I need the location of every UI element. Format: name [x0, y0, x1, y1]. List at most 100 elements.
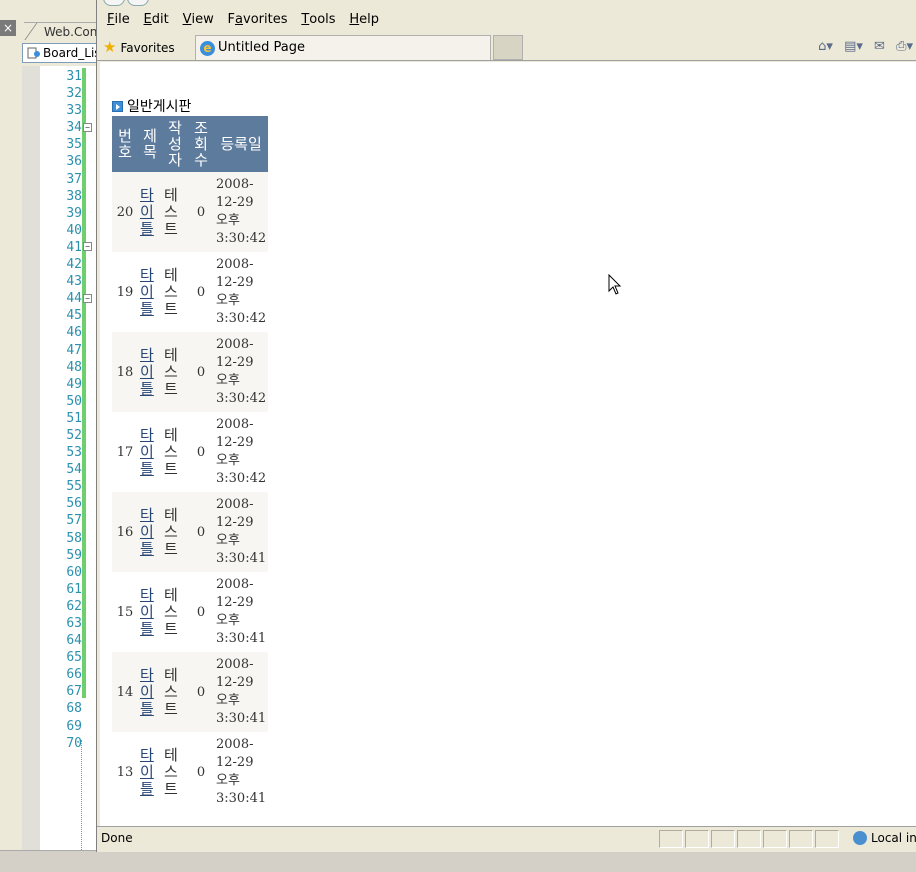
- collapse-icon[interactable]: −: [83, 242, 92, 251]
- date-value: 2008-12-29: [216, 657, 254, 690]
- menu-favorites[interactable]: Favorites: [228, 9, 288, 31]
- print-icon[interactable]: ⎙▾: [896, 39, 913, 54]
- menu-edit[interactable]: Edit: [144, 9, 169, 31]
- cell-hits: 0: [188, 172, 214, 252]
- ampm-value: 오후: [216, 533, 240, 548]
- forward-button[interactable]: [127, 0, 149, 6]
- line-number: 51: [66, 410, 82, 426]
- line-number: 41: [66, 239, 82, 255]
- subject-link[interactable]: 타이틀: [140, 266, 157, 318]
- status-bar: Done Local in: [97, 826, 916, 850]
- line-number: 36: [66, 154, 82, 170]
- ampm-value: 오후: [216, 213, 240, 228]
- cell-subject: 타이틀: [138, 652, 162, 732]
- cell-writer: 테스트: [162, 572, 188, 652]
- subject-link[interactable]: 타이틀: [140, 186, 157, 238]
- mail-icon[interactable]: ✉: [874, 39, 885, 54]
- nav-buttons: [103, 0, 151, 9]
- line-number: 34: [66, 120, 82, 136]
- line-number: 43: [66, 274, 82, 290]
- menu-help[interactable]: Help: [349, 9, 379, 31]
- ide-tab-web-config[interactable]: Web.Con: [24, 22, 100, 40]
- command-bar: ⌂▾ ▤▾ ✉ ⎙▾: [811, 39, 913, 54]
- status-cell: [685, 830, 709, 848]
- table-row: 16 타이틀 테스트 0 2008-12-29 오후 3:30:41: [112, 492, 269, 572]
- cell-number: 19: [112, 252, 138, 332]
- favorites-button[interactable]: ★ Favorites: [103, 37, 175, 57]
- cell-subject: 타이틀: [138, 732, 162, 812]
- editor-margin: [22, 66, 40, 872]
- subject-link[interactable]: 타이틀: [140, 346, 157, 398]
- line-number: 60: [66, 564, 82, 580]
- change-tracking-bar: [82, 68, 86, 698]
- line-number: 57: [66, 513, 82, 529]
- column-header-date: 등록일: [214, 116, 269, 172]
- globe-icon: [853, 831, 867, 845]
- status-cell: [815, 830, 839, 848]
- line-number: 46: [66, 325, 82, 341]
- new-tab-button[interactable]: [493, 35, 523, 60]
- favorites-bar: ★ Favorites e Untitled Page ⌂▾ ▤▾ ✉ ⎙▾: [97, 33, 916, 61]
- cell-date: 2008-12-29 오후 3:30:41: [214, 732, 269, 812]
- column-header-writer: 작성자: [162, 116, 188, 172]
- ide-bottom-bar: [0, 850, 916, 872]
- ampm-value: 오후: [216, 293, 240, 308]
- line-number: 39: [66, 205, 82, 221]
- line-number: 61: [66, 581, 82, 597]
- line-number: 69: [66, 718, 82, 734]
- line-number: 70: [66, 735, 82, 751]
- ampm-value: 오후: [216, 773, 240, 788]
- home-icon[interactable]: ⌂▾: [818, 39, 833, 54]
- table-row: 15 타이틀 테스트 0 2008-12-29 오후 3:30:41: [112, 572, 269, 652]
- menu-tools[interactable]: Tools: [301, 9, 335, 31]
- page-viewport[interactable]: 일반게시판 번호 제목 작성자 조회수 등록일 20 타이틀 테스트 0 2008-12…: [100, 62, 916, 826]
- subject-link[interactable]: 타이틀: [140, 746, 157, 798]
- date-value: 2008-12-29: [216, 577, 254, 610]
- cell-number: 20: [112, 172, 138, 252]
- cell-hits: 0: [188, 572, 214, 652]
- board-title-text: 일반게시판: [127, 99, 192, 115]
- cell-writer: 테스트: [162, 652, 188, 732]
- cell-subject: 타이틀: [138, 172, 162, 252]
- line-number: 53: [66, 445, 82, 461]
- table-row: 14 타이틀 테스트 0 2008-12-29 오후 3:30:41: [112, 652, 269, 732]
- collapse-icon[interactable]: −: [83, 294, 92, 303]
- close-icon[interactable]: ×: [0, 20, 16, 36]
- cell-subject: 타이틀: [138, 332, 162, 412]
- ide-tab-board-list[interactable]: Board_Lis: [22, 43, 100, 63]
- feeds-icon[interactable]: ▤▾: [844, 39, 863, 54]
- cell-writer: 테스트: [162, 252, 188, 332]
- status-cell: [763, 830, 787, 848]
- subject-link[interactable]: 타이틀: [140, 586, 157, 638]
- line-number: 64: [66, 633, 82, 649]
- back-button[interactable]: [103, 0, 125, 6]
- menu-view[interactable]: View: [183, 9, 214, 31]
- time-value: 3:30:42: [216, 471, 267, 486]
- cell-subject: 타이틀: [138, 572, 162, 652]
- line-number: 31: [66, 69, 82, 84]
- table-row: 17 타이틀 테스트 0 2008-12-29 오후 3:30:42: [112, 412, 269, 492]
- board-title: 일반게시판: [112, 96, 191, 116]
- subject-link[interactable]: 타이틀: [140, 426, 157, 478]
- subject-link[interactable]: 타이틀: [140, 666, 157, 718]
- collapse-icon[interactable]: −: [83, 123, 92, 132]
- subject-link[interactable]: 타이틀: [140, 506, 157, 558]
- line-number: 37: [66, 171, 82, 187]
- line-number: 55: [66, 479, 82, 495]
- menu-file[interactable]: File: [107, 9, 130, 31]
- cell-date: 2008-12-29 오후 3:30:41: [214, 652, 269, 732]
- column-header-hits: 조회수: [188, 116, 214, 172]
- cell-hits: 0: [188, 332, 214, 412]
- star-icon: ★: [103, 38, 117, 56]
- line-number: 45: [66, 308, 82, 324]
- cell-subject: 타이틀: [138, 252, 162, 332]
- security-zone[interactable]: Local in: [853, 831, 916, 845]
- line-number: 65: [66, 650, 82, 666]
- cell-date: 2008-12-29 오후 3:30:41: [214, 492, 269, 572]
- line-number: 48: [66, 359, 82, 375]
- line-number: 49: [66, 376, 82, 392]
- tab-untitled-page[interactable]: e Untitled Page: [195, 35, 491, 60]
- table-body: 20 타이틀 테스트 0 2008-12-29 오후 3:30:42 19 타이틀 테스트 0 200…: [112, 172, 269, 812]
- favorites-label: Favorites: [120, 41, 175, 55]
- line-number: 58: [66, 530, 82, 546]
